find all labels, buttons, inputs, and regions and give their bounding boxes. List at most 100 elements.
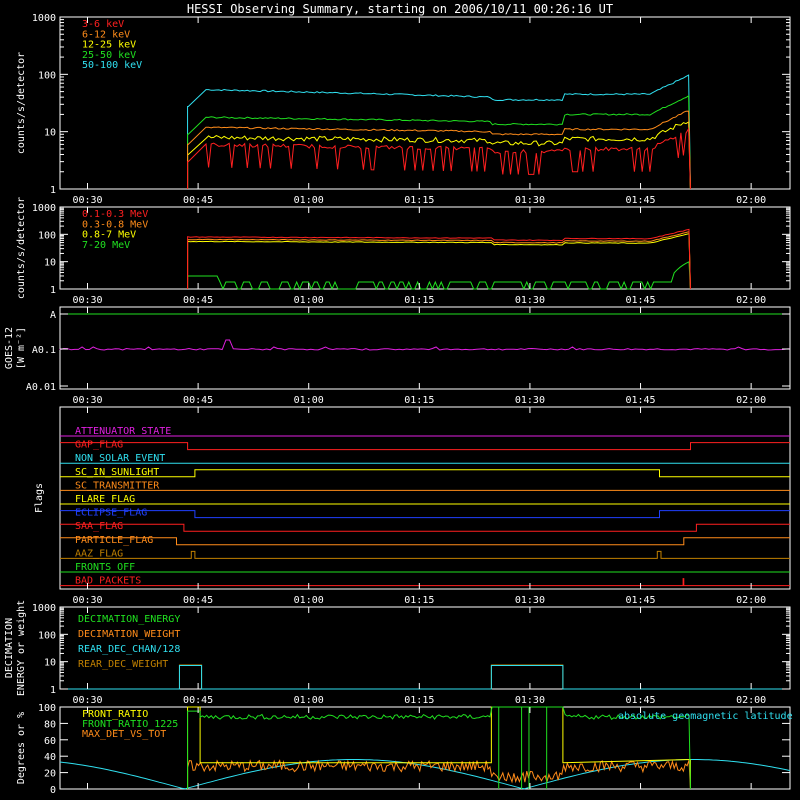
- legend-entry: DECIMATION_ENERGY: [78, 614, 180, 625]
- flag-label: ECLIPSE_FLAG: [75, 508, 147, 519]
- y-tick-label: 100: [38, 703, 56, 714]
- legend-entry: MAX_DET_VS_TOT: [82, 729, 166, 740]
- panel-frame: [59, 306, 791, 390]
- x-tick-label: 02:00: [736, 395, 766, 406]
- flag-label: NON_SOLAR_EVENT: [75, 453, 165, 464]
- flag-label: GAP_FLAG: [75, 440, 123, 451]
- panel-ylabel: DECIMATION: [4, 618, 15, 678]
- y-tick-label: 1: [50, 185, 56, 196]
- x-tick-label: 02:00: [736, 195, 766, 206]
- goes-flux-line: [59, 339, 791, 351]
- panel-frame: [59, 206, 791, 290]
- y-tick-label: 60: [44, 736, 56, 747]
- flag-label: SAA_FLAG: [75, 521, 123, 532]
- series-line: [187, 261, 691, 291]
- flag-line: [60, 510, 790, 519]
- x-tick-label: 00:45: [183, 295, 213, 306]
- panel-ylabel: Degrees or %: [16, 712, 27, 784]
- x-tick-label: 01:15: [404, 195, 434, 206]
- panel-ylabel-units: [W m⁻²]: [16, 327, 27, 369]
- panel-ylabel: Flags: [34, 483, 45, 513]
- flag-label: AAZ_FLAG: [75, 548, 123, 559]
- y-tick-label: 1000: [32, 203, 56, 214]
- figure-title: HESSI Observing Summary, starting on 200…: [187, 2, 613, 16]
- panel-ylabel: counts/s/detector: [16, 52, 27, 154]
- flag-line: [60, 537, 790, 546]
- series-line: [187, 231, 691, 290]
- x-tick-label: 02:00: [736, 295, 766, 306]
- x-tick-label: 01:45: [625, 295, 655, 306]
- flag-line: [60, 523, 790, 532]
- flag-label: SC_TRANSMITTER: [75, 480, 160, 491]
- x-tick-label: 00:45: [183, 695, 213, 706]
- panel-ylabel-2: ENERGY or weight: [16, 600, 27, 696]
- decimation-line: [60, 665, 790, 690]
- flag-line: [60, 442, 790, 451]
- series-line: [187, 233, 691, 290]
- flag-label: SC_IN_SUNLIGHT: [75, 467, 159, 478]
- panel-ratios: 0 20 40 60 80 100 Degrees or % absolute geoma…: [16, 703, 793, 796]
- x-tick-label: 00:30: [72, 595, 102, 606]
- x-tick-label: 01:15: [404, 595, 434, 606]
- series-line: [187, 74, 691, 190]
- y-tick-label: 10: [44, 658, 56, 669]
- geomag-annotation: absolute geomagnetic latitude: [618, 711, 793, 722]
- legend-entry: 50-100 keV: [82, 60, 142, 71]
- flag-line: [60, 469, 790, 478]
- x-tick-label: 01:30: [515, 595, 545, 606]
- legend-entry: REAR_DEC_WEIGHT: [78, 659, 168, 670]
- x-tick-label: 00:30: [72, 195, 102, 206]
- series-line: [187, 228, 691, 290]
- series-line: [187, 706, 691, 790]
- y-tick-label: 1: [50, 285, 56, 296]
- x-tick-label: 01:45: [625, 195, 655, 206]
- x-tick-label: 00:30: [72, 695, 102, 706]
- legend-entry: DECIMATION_WEIGHT: [78, 629, 180, 640]
- x-tick-label: 00:30: [72, 395, 102, 406]
- legend-entry: REAR_DEC_CHAN/128: [78, 644, 180, 655]
- panel-goes: 00:30 00:45 01:00 01:15 01:30 01:45 02:00 A A0.1…: [4, 306, 791, 406]
- x-tick-label: 01:15: [404, 395, 434, 406]
- x-tick-label: 00:30: [72, 295, 102, 306]
- y-tick-label: 100: [38, 630, 56, 641]
- x-tick-label: 01:45: [625, 695, 655, 706]
- panel-ylabel: GOES-12: [4, 327, 15, 369]
- series-line: [187, 759, 691, 790]
- panel-high-energy: 00:30 00:45 01:00 01:15 01:30 01:45 02:00 1 10 10…: [16, 197, 791, 306]
- y-tick-label: 1000: [32, 13, 56, 24]
- geomag-latitude-line: [59, 759, 791, 790]
- series-line: [187, 121, 691, 190]
- x-tick-label: 02:00: [736, 695, 766, 706]
- panel-low-energy: 00:30 00:45 01:00 01:15 01:30 01:45 02:00 1 10 10…: [16, 13, 791, 206]
- flag-label: ATTENUATOR_STATE: [75, 426, 171, 437]
- y-tick-label: A0.1: [32, 345, 56, 356]
- series-line: [187, 127, 691, 190]
- x-tick-label: 01:00: [294, 195, 324, 206]
- panel-flags: ATTENUATOR_STATE GAP_FLAG NON_SOLAR_EVENT S…: [34, 406, 791, 606]
- x-tick-label: 02:00: [736, 595, 766, 606]
- x-tick-label: 01:00: [294, 595, 324, 606]
- x-tick-label: 00:45: [183, 195, 213, 206]
- panel-frame: [59, 16, 791, 190]
- panel-decimation: 00:30 00:45 01:00 01:15 01:30 01:45 02:00 1 10 10…: [4, 600, 791, 706]
- y-tick-label: 1000: [32, 603, 56, 614]
- series-line: [187, 706, 691, 789]
- flag-label: BAD_PACKETS: [75, 576, 141, 587]
- hessi-summary-figure: HESSI Observing Summary, starting on 200…: [4, 2, 793, 796]
- x-tick-label: 01:30: [515, 695, 545, 706]
- decimation-line: [60, 664, 790, 690]
- panel-ylabel: counts/s/detector: [16, 197, 27, 299]
- x-tick-label: 01:15: [404, 695, 434, 706]
- x-tick-label: 01:30: [515, 395, 545, 406]
- x-tick-label: 01:00: [294, 695, 324, 706]
- y-tick-label: 0: [50, 785, 56, 796]
- series-line: [187, 110, 691, 190]
- flag-label: FRONTS_OFF: [75, 562, 135, 573]
- y-tick-label: 10: [44, 128, 56, 139]
- x-tick-label: 01:30: [515, 195, 545, 206]
- flag-label: PARTICLE_FLAG: [75, 535, 153, 546]
- x-tick-label: 01:45: [625, 595, 655, 606]
- flag-line: [60, 578, 790, 587]
- y-tick-label: 20: [44, 769, 56, 780]
- x-tick-label: 00:45: [183, 395, 213, 406]
